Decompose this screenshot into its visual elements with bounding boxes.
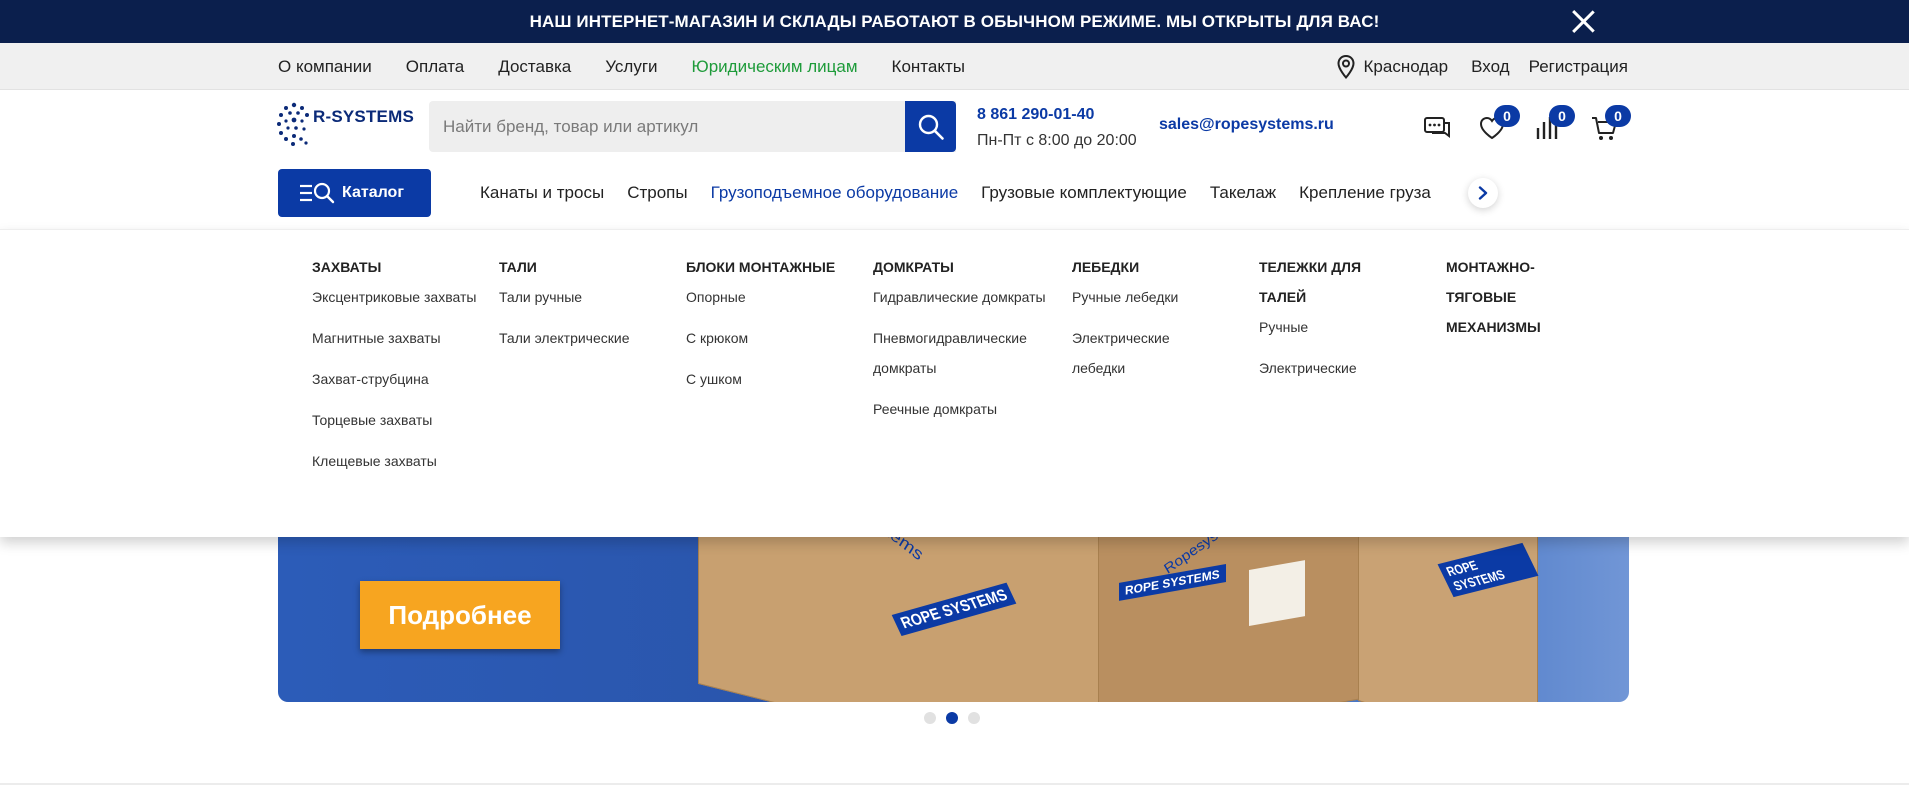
chat-icon[interactable] — [1423, 114, 1451, 142]
category-rigging-link[interactable]: Такелаж — [1210, 183, 1276, 203]
login-link[interactable]: Вход — [1471, 57, 1509, 77]
topnav-payment-link[interactable]: Оплата — [406, 57, 464, 77]
menu-column-title[interactable]: ТЕЛЕЖКИ ДЛЯ ТАЛЕЙ — [1259, 252, 1379, 312]
email-link[interactable]: sales@ropesystems.ru — [1159, 116, 1334, 134]
menu-item[interactable]: Пневмогидравлические домкраты — [873, 323, 1048, 383]
category-nav: Канаты и тросы Стропы Грузоподъемное обо… — [480, 169, 1454, 217]
menu-column-title[interactable]: БЛОКИ МОНТАЖНЫЕ — [686, 252, 856, 282]
menu-item[interactable]: Тали ручные — [499, 282, 669, 312]
mega-menu: ЗАХВАТЫ Эксцентриковые захваты Магнитные… — [0, 229, 1909, 537]
category-next-button[interactable] — [1468, 178, 1498, 208]
menu-column-grips: ЗАХВАТЫ Эксцентриковые захваты Магнитные… — [312, 252, 482, 487]
catalog-button-label: Каталог — [342, 184, 404, 201]
chevron-right-icon — [1478, 186, 1488, 200]
menu-column-hoist-trolleys: ТЕЛЕЖКИ ДЛЯ ТАЛЕЙ Ручные Электрические — [1259, 252, 1379, 394]
menu-item[interactable]: С ушком — [686, 364, 856, 394]
menu-item[interactable]: Захват-струбцина — [312, 364, 482, 394]
menu-column-winches: ЛЕБЕДКИ Ручные лебедки Электрические леб… — [1072, 252, 1192, 394]
phone-number[interactable]: 8 861 290-01-40 — [977, 106, 1137, 124]
category-ropes-link[interactable]: Канаты и тросы — [480, 183, 604, 203]
divider — [0, 783, 1909, 785]
menu-item[interactable]: Ручные лебедки — [1072, 282, 1192, 312]
menu-column-pulley-blocks: БЛОКИ МОНТАЖНЫЕ Опорные С крюком С ушком — [686, 252, 856, 405]
category-slings-link[interactable]: Стропы — [627, 183, 687, 203]
catalog-button[interactable]: Каталог — [278, 169, 431, 217]
box-brand-label: ROPE SYSTEMS — [1437, 542, 1539, 598]
menu-item[interactable]: Ручные — [1259, 312, 1379, 342]
working-hours: Пн-Пт с 8:00 до 20:00 — [977, 132, 1137, 149]
carousel-dots — [924, 712, 990, 724]
menu-item[interactable]: Реечные домкраты — [873, 394, 1048, 424]
menu-item[interactable]: Опорные — [686, 282, 856, 312]
topnav-contacts-link[interactable]: Контакты — [892, 57, 965, 77]
menu-column-traction-mechanisms: МОНТАЖНО-ТЯГОВЫЕ МЕХАНИЗМЫ — [1446, 252, 1566, 342]
topnav-delivery-link[interactable]: Доставка — [498, 57, 571, 77]
announcement-text: НАШ ИНТЕРНЕТ-МАГАЗИН И СКЛАДЫ РАБОТАЮТ В… — [529, 11, 1380, 31]
menu-item[interactable]: Эксцентриковые захваты — [312, 282, 482, 312]
carousel-dot[interactable] — [968, 712, 980, 724]
topnav-services-link[interactable]: Услуги — [605, 57, 657, 77]
phone-block: 8 861 290-01-40 Пн-Пт с 8:00 до 20:00 — [977, 106, 1137, 150]
topnav-about-link[interactable]: О компании — [278, 57, 372, 77]
site-logo[interactable]: R-SYSTEMS — [277, 101, 414, 147]
category-cargo-fastening-link[interactable]: Крепление груза — [1299, 183, 1431, 203]
search-button[interactable] — [905, 101, 956, 152]
menu-item[interactable]: Клещевые захваты — [312, 446, 482, 476]
menu-item[interactable]: Магнитные захваты — [312, 323, 482, 353]
menu-column-jacks: ДОМКРАТЫ Гидравлические домкраты Пневмог… — [873, 252, 1048, 435]
search-icon — [918, 114, 944, 140]
favorites-count-badge: 0 — [1494, 105, 1520, 127]
more-info-button[interactable]: Подробнее — [360, 581, 560, 649]
more-info-button-label: Подробнее — [388, 599, 532, 630]
logo-mark-icon — [277, 102, 309, 146]
search-box — [429, 101, 956, 152]
logo-text: R-SYSTEMS — [313, 107, 414, 126]
close-icon[interactable] — [1568, 6, 1598, 36]
search-input[interactable] — [429, 101, 904, 152]
menu-item[interactable]: Гидравлические домкраты — [873, 282, 1048, 312]
register-link[interactable]: Регистрация — [1529, 57, 1628, 77]
menu-column-hoists: ТАЛИ Тали ручные Тали электрические — [499, 252, 669, 364]
category-lifting-equipment-link[interactable]: Грузоподъемное оборудование — [711, 183, 959, 203]
cart-count-badge: 0 — [1605, 105, 1631, 127]
top-right-links: Краснодар Вход Регистрация — [1337, 43, 1628, 90]
carousel-dot[interactable] — [924, 712, 936, 724]
menu-column-title[interactable]: ЛЕБЕДКИ — [1072, 252, 1192, 282]
box-sticker — [1249, 560, 1305, 626]
top-links-bar: О компании Оплата Доставка Услуги Юридич… — [0, 43, 1909, 90]
announcement-bar: НАШ ИНТЕРНЕТ-МАГАЗИН И СКЛАДЫ РАБОТАЮТ В… — [0, 0, 1909, 43]
compare-count-badge: 0 — [1549, 105, 1575, 127]
category-cargo-components-link[interactable]: Грузовые комплектующие — [981, 183, 1187, 203]
menu-item[interactable]: С крюком — [686, 323, 856, 353]
menu-item[interactable]: Электрические — [1259, 353, 1379, 383]
location-pin-icon — [1337, 54, 1355, 79]
menu-item[interactable]: Электрические лебедки — [1072, 323, 1192, 383]
city-selector[interactable]: Краснодар — [1337, 54, 1449, 79]
carousel-dot-active[interactable] — [946, 712, 958, 724]
box-brand-label: ROPE SYSTEMS — [891, 582, 1017, 637]
top-nav: О компании Оплата Доставка Услуги Юридич… — [278, 43, 999, 90]
menu-column-title[interactable]: ЗАХВАТЫ — [312, 252, 482, 282]
menu-column-title[interactable]: МОНТАЖНО-ТЯГОВЫЕ МЕХАНИЗМЫ — [1446, 252, 1566, 342]
city-name: Краснодар — [1363, 56, 1449, 76]
catalog-menu-icon — [300, 182, 335, 204]
menu-column-title[interactable]: ТАЛИ — [499, 252, 669, 282]
menu-item[interactable]: Торцевые захваты — [312, 405, 482, 435]
topnav-legal-entities-link[interactable]: Юридическим лицам — [692, 57, 858, 77]
menu-item[interactable]: Тали электрические — [499, 323, 669, 353]
menu-column-title[interactable]: ДОМКРАТЫ — [873, 252, 1048, 282]
